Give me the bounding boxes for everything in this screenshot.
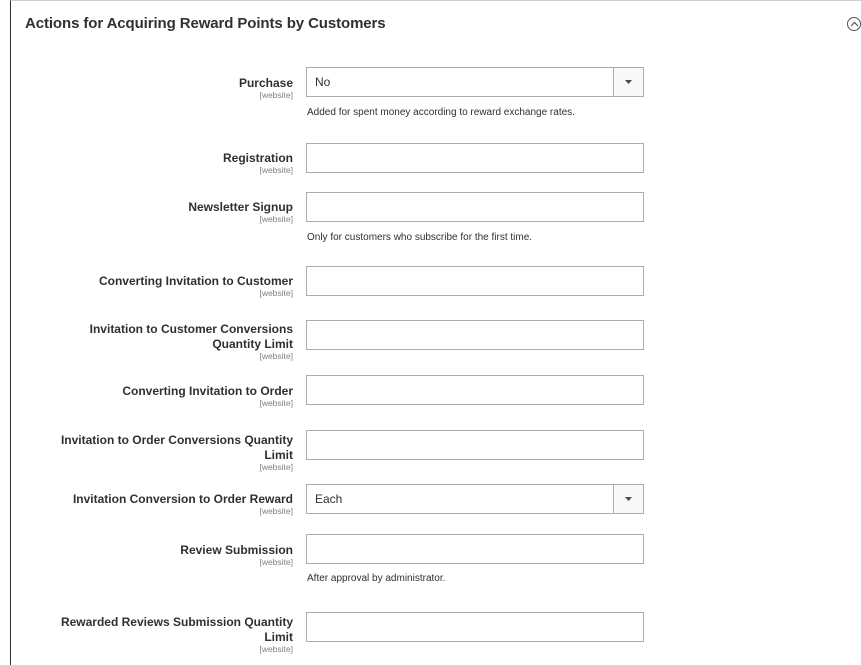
section-title: Actions for Acquiring Reward Points by C… (25, 15, 386, 32)
reward-points-actions-panel: Actions for Acquiring Reward Points by C… (10, 0, 861, 665)
purchase-select-value: No (315, 75, 331, 89)
scope-label: [website] (259, 462, 293, 472)
converting-invitation-customer-label-text: Converting Invitation to Customer (98, 274, 293, 288)
converting-invitation-order-label: Converting Invitation to Order [website] (13, 384, 293, 408)
invitation-order-limit-label-line2: Limit (264, 448, 293, 462)
registration-label: Registration [website] (13, 151, 293, 175)
scope-label: [website] (259, 214, 293, 224)
newsletter-signup-label: Newsletter Signup [website] (13, 200, 293, 224)
converting-invitation-order-input[interactable] (306, 375, 644, 405)
invitation-conversion-reward-select[interactable]: Each (306, 484, 644, 514)
invitation-customer-limit-input[interactable] (306, 320, 644, 350)
newsletter-note: Only for customers who subscribe for the… (307, 232, 533, 243)
review-submission-label: Review Submission [website] (13, 543, 293, 567)
invitation-customer-limit-label-line2: Quantity Limit (212, 337, 293, 351)
converting-invitation-order-label-text: Converting Invitation to Order (122, 384, 293, 398)
scope-label: [website] (259, 557, 293, 567)
purchase-note: Added for spent money according to rewar… (307, 107, 575, 118)
rewarded-reviews-limit-input[interactable] (306, 612, 644, 642)
newsletter-signup-label-text: Newsletter Signup (188, 200, 293, 214)
rewarded-reviews-limit-label: Rewarded Reviews Submission Quantity Lim… (13, 615, 293, 654)
registration-label-text: Registration (222, 151, 293, 165)
converting-invitation-customer-input[interactable] (306, 266, 644, 296)
rewarded-reviews-limit-label-line1: Rewarded Reviews Submission Quantity (60, 615, 293, 629)
purchase-select[interactable]: No (306, 67, 644, 97)
rewarded-reviews-limit-label-line2: Limit (264, 630, 293, 644)
invitation-customer-limit-label-line1: Invitation to Customer Conversions (89, 322, 293, 336)
purchase-label-text: Purchase (238, 76, 293, 90)
caret-down-icon (625, 497, 632, 501)
scope-label: [website] (259, 288, 293, 298)
invitation-conversion-reward-arrow[interactable] (613, 485, 643, 513)
invitation-order-limit-label-line1: Invitation to Order Conversions Quantity (60, 433, 293, 447)
invitation-order-limit-input[interactable] (306, 430, 644, 460)
purchase-select-arrow[interactable] (613, 68, 643, 96)
review-submission-label-text: Review Submission (180, 543, 293, 557)
collapse-circle-chevron-up-icon[interactable] (847, 17, 861, 31)
caret-down-icon (625, 80, 632, 84)
invitation-conversion-reward-label-text: Invitation Conversion to Order Reward (72, 492, 293, 506)
scope-label: [website] (259, 351, 293, 361)
invitation-order-limit-label: Invitation to Order Conversions Quantity… (13, 433, 293, 472)
scope-label: [website] (259, 165, 293, 175)
review-submission-input[interactable] (306, 534, 644, 564)
invitation-conversion-reward-value: Each (315, 492, 343, 506)
review-submission-note: After approval by administrator. (307, 573, 446, 584)
invitation-conversion-reward-label: Invitation Conversion to Order Reward [w… (13, 492, 293, 516)
newsletter-signup-input[interactable] (306, 192, 644, 222)
scope-label: [website] (259, 90, 293, 100)
scope-label: [website] (259, 398, 293, 408)
purchase-label: Purchase [website] (13, 76, 293, 100)
registration-input[interactable] (306, 143, 644, 173)
scope-label: [website] (259, 506, 293, 516)
scope-label: [website] (259, 644, 293, 654)
invitation-customer-limit-label: Invitation to Customer Conversions Quant… (13, 322, 293, 361)
converting-invitation-customer-label: Converting Invitation to Customer [websi… (13, 274, 293, 298)
